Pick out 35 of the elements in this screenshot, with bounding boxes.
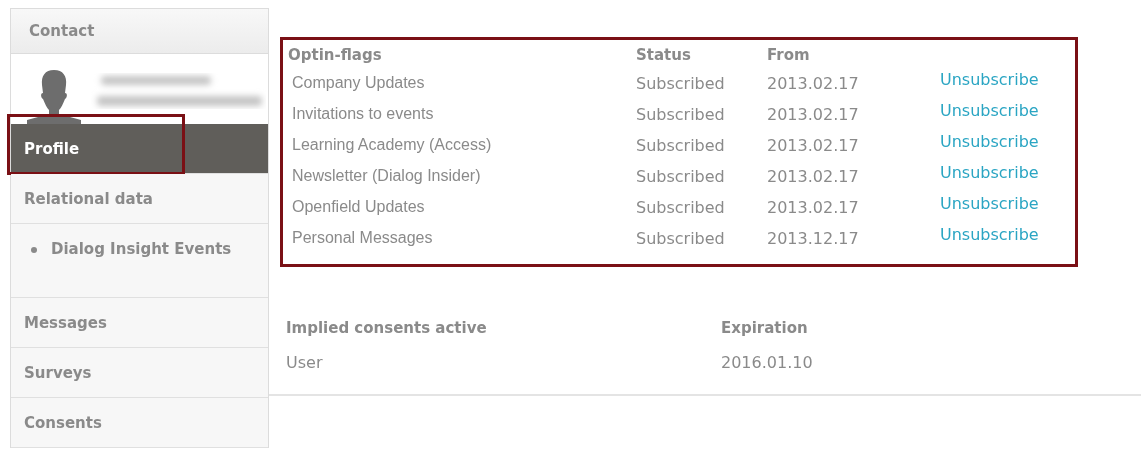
table-cell-text: 2013.02.17 xyxy=(767,104,860,126)
table-cell-text: 2016.01.10 xyxy=(721,352,814,374)
table-cell-text: Subscribed xyxy=(636,73,726,95)
sidebar-item[interactable]: Profile xyxy=(11,124,268,174)
unsubscribe-link[interactable]: Unsubscribe xyxy=(940,190,1039,213)
column-header: Implied consents active xyxy=(286,319,488,339)
table-cell-text: User xyxy=(286,352,324,374)
table-cell-text: Newsletter (Dialog Insider) xyxy=(291,166,482,186)
table-cell-text: Subscribed xyxy=(636,104,726,126)
table-cell-text: Subscribed xyxy=(636,197,726,219)
table-cell-text: Learning Academy (Access) xyxy=(291,135,493,155)
column-header: Status xyxy=(636,46,692,66)
table-cell-text: 2013.02.17 xyxy=(767,73,860,95)
table-cell-text: 2013.02.17 xyxy=(767,166,860,188)
table-cell-text: Openfield Updates xyxy=(291,197,426,217)
table-cell-text: 2013.02.17 xyxy=(767,135,860,157)
table-cell-text: Personal Messages xyxy=(291,228,434,248)
table-cell-text: Subscribed xyxy=(636,166,726,188)
sidebar-item[interactable]: Relational data xyxy=(11,174,268,224)
column-header: Expiration xyxy=(721,319,809,339)
table-cell-text: Company Updates xyxy=(291,73,426,93)
column-header: Optin-flags xyxy=(288,46,383,66)
unsubscribe-link[interactable]: Unsubscribe xyxy=(940,97,1039,120)
unsubscribe-link[interactable]: Unsubscribe xyxy=(940,159,1039,182)
table-cell-text: Subscribed xyxy=(636,228,726,250)
table-cell-text: 2013.12.17 xyxy=(767,228,860,250)
unsubscribe-link[interactable]: Unsubscribe xyxy=(940,128,1039,151)
bullet-icon xyxy=(31,247,37,253)
table-cell-text: 2013.02.17 xyxy=(767,197,860,219)
table-cell-text: Invitations to events xyxy=(291,104,435,124)
unsubscribe-link[interactable]: Unsubscribe xyxy=(940,66,1039,89)
unsubscribe-link[interactable]: Unsubscribe xyxy=(940,221,1039,244)
sidebar-subitem[interactable]: Dialog Insight Events xyxy=(51,238,232,258)
column-header: From xyxy=(767,46,811,66)
table-cell-text: Subscribed xyxy=(636,135,726,157)
